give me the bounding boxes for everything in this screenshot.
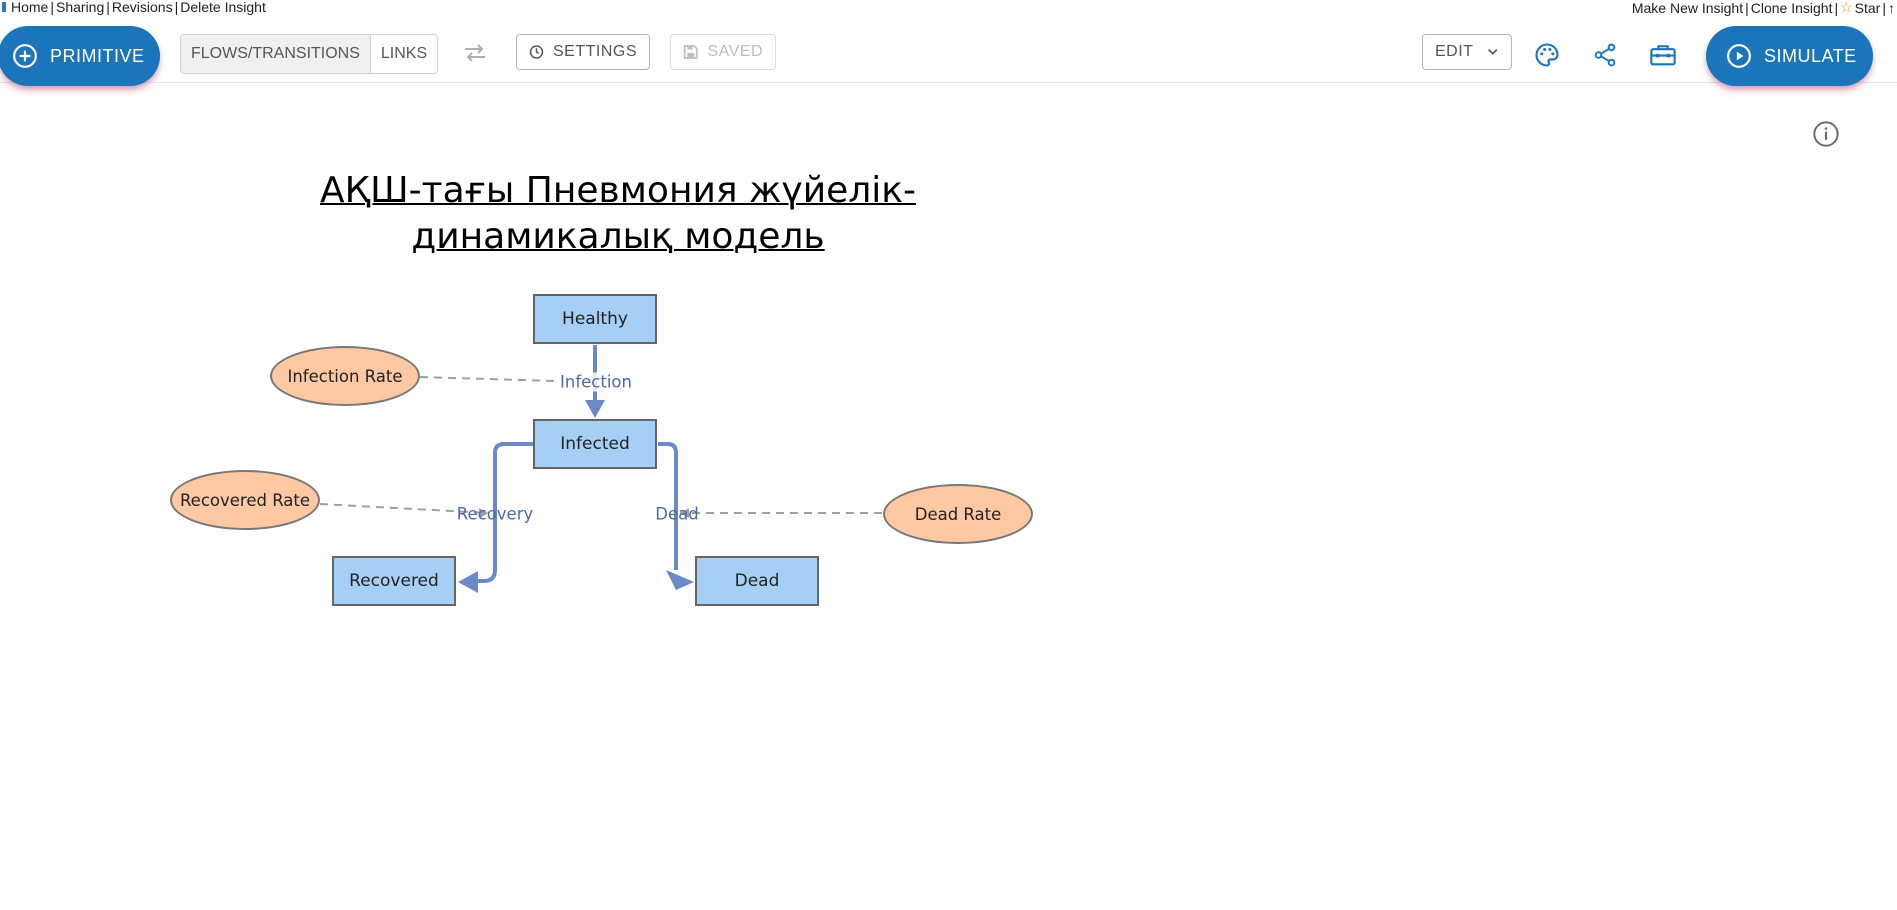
link-infection-rate[interactable] — [419, 376, 556, 382]
stock-infected[interactable]: Infected — [533, 419, 657, 469]
flow-recovery-arrowhead — [458, 571, 478, 593]
flow-label-dead[interactable]: Dead — [654, 505, 699, 524]
flow-label-recovery[interactable]: Recovery — [456, 505, 535, 524]
flow-label-infection[interactable]: Infection — [559, 372, 633, 392]
variable-recovered-rate[interactable]: Recovered Rate — [170, 470, 320, 530]
stock-recovered[interactable]: Recovered — [332, 556, 456, 606]
model-diagram-connectors — [319, 345, 882, 593]
variable-infection-rate[interactable]: Infection Rate — [270, 346, 420, 406]
stock-dead[interactable]: Dead — [695, 556, 819, 606]
variable-dead-rate[interactable]: Dead Rate — [883, 484, 1033, 544]
stock-healthy[interactable]: Healthy — [533, 294, 657, 344]
flow-infection-arrowhead — [585, 400, 605, 418]
flow-dead-arrowhead — [666, 570, 694, 590]
